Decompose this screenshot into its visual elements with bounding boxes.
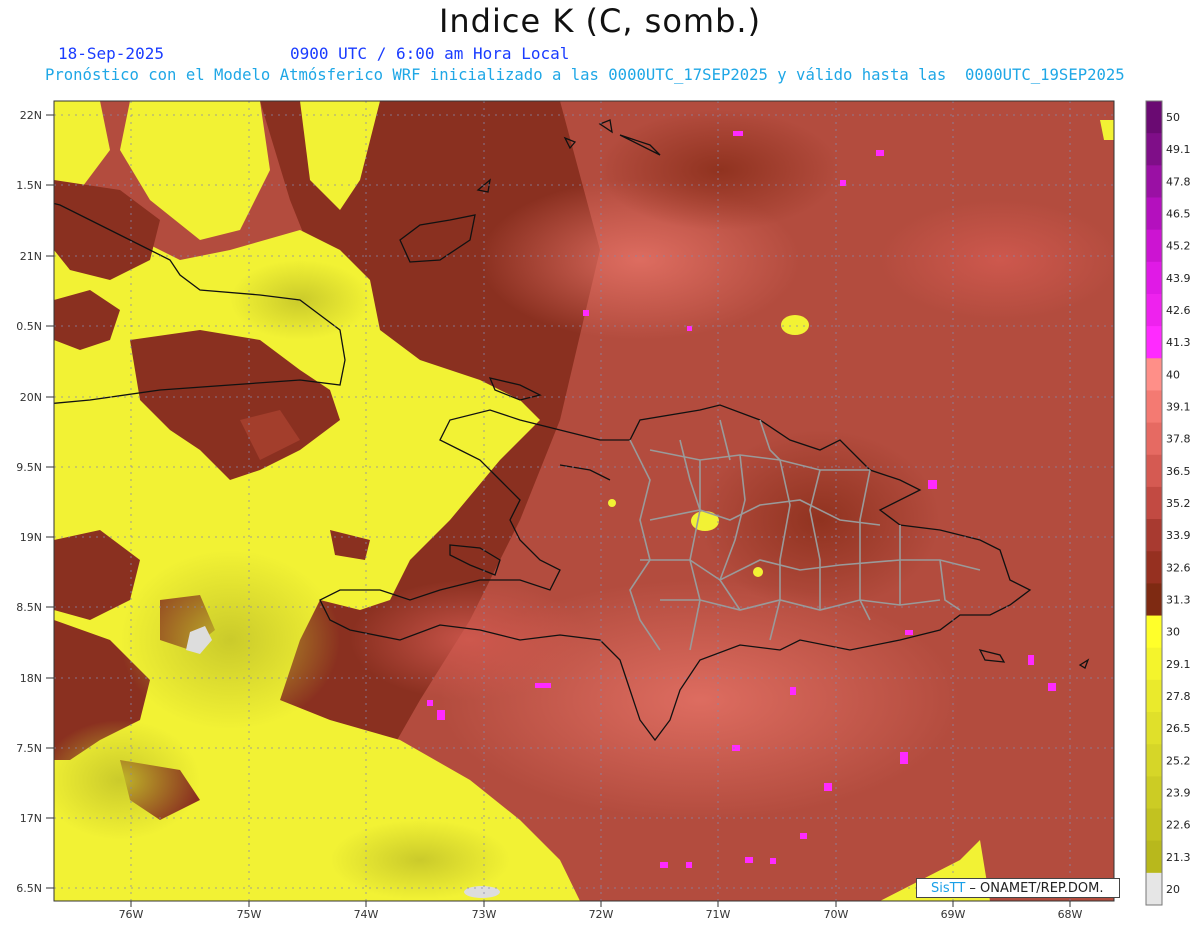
legend-swatch <box>1146 133 1162 166</box>
legend-label: 37.8 <box>1166 433 1191 446</box>
legend-swatch <box>1146 808 1162 842</box>
legend-label: 35.2 <box>1166 497 1191 510</box>
sistt-logo-text: SisTT <box>931 881 966 896</box>
legend-label: 21.3 <box>1166 851 1191 864</box>
legend-swatch <box>1146 358 1162 391</box>
legend-label: 26.5 <box>1166 722 1191 735</box>
legend-label: 43.9 <box>1166 272 1191 285</box>
lon-label: 68W <box>1058 908 1083 921</box>
legend-label: 42.6 <box>1166 304 1191 317</box>
lat-label: 0.5N <box>16 320 42 333</box>
lon-label: 70W <box>824 908 849 921</box>
legend-swatch <box>1146 744 1162 777</box>
legend-label: 45.2 <box>1166 240 1191 253</box>
legend-swatch <box>1146 422 1162 456</box>
credit-org: – ONAMET/REP.DOM. <box>965 881 1104 896</box>
color-legend: 50 49.1 47.8 46.5 45.2 43.9 42.6 41.3 40 39.1 37.8… <box>1145 100 1191 906</box>
legend-swatch <box>1146 583 1162 617</box>
legend-swatch <box>1146 326 1162 359</box>
legend-label: 41.3 <box>1166 336 1191 349</box>
legend-label: 30 <box>1166 626 1180 639</box>
map-title: Indice K (C, somb.) <box>438 2 762 40</box>
legend-label: 39.1 <box>1166 401 1191 414</box>
legend-label: 20 <box>1166 883 1180 896</box>
legend-label: 50 <box>1166 111 1180 124</box>
valid-time: 0900 UTC / 6:00 am Hora Local <box>290 44 570 63</box>
legend-label: 47.8 <box>1166 175 1191 188</box>
lat-label: 7.5N <box>16 742 42 755</box>
lon-label: 71W <box>706 908 731 921</box>
lon-label: 74W <box>354 908 379 921</box>
legend-label: 25.2 <box>1166 754 1191 767</box>
lon-label: 75W <box>237 908 262 921</box>
lon-label: 73W <box>472 908 497 921</box>
legend-swatch <box>1146 872 1162 906</box>
legend-label: 23.9 <box>1166 786 1191 799</box>
lat-label: 21N <box>20 250 42 263</box>
legend-swatch <box>1146 615 1162 649</box>
credit-box: SisTT – ONAMET/REP.DOM. <box>916 878 1120 898</box>
legend-swatch <box>1146 647 1162 681</box>
lat-label: 19N <box>20 531 42 544</box>
lat-label: 1.5N <box>16 179 42 192</box>
legend-swatch <box>1146 229 1162 263</box>
legend-label: 46.5 <box>1166 208 1191 221</box>
legend-label: 36.5 <box>1166 465 1191 478</box>
legend-swatch <box>1146 519 1162 552</box>
legend-swatch <box>1146 840 1162 874</box>
valid-date: 18-Sep-2025 <box>58 44 164 63</box>
legend-swatch <box>1146 454 1162 488</box>
forecast-info: Pronóstico con el Modelo Atmósferico WRF… <box>45 66 1125 84</box>
lon-axis: 76W 75W 74W 73W 72W 71W 70W 69W 68W <box>119 908 1083 921</box>
legend-label: 40 <box>1166 368 1180 381</box>
legend-swatch <box>1146 197 1162 231</box>
legend-swatch <box>1146 679 1162 713</box>
lon-label: 69W <box>941 908 966 921</box>
k-index-field <box>54 101 1114 901</box>
legend-swatch <box>1146 776 1162 810</box>
legend-swatch <box>1146 101 1162 134</box>
legend-label: 22.6 <box>1166 819 1191 832</box>
lat-label: 6.5N <box>16 882 42 895</box>
legend-swatch <box>1146 390 1162 424</box>
lat-label: 8.5N <box>16 601 42 614</box>
lat-label: 17N <box>20 812 42 825</box>
lat-ticks <box>46 114 54 889</box>
legend-swatch <box>1146 261 1162 295</box>
legend-swatch <box>1146 551 1162 584</box>
legend-label: 32.6 <box>1166 561 1191 574</box>
map-figure: 22N 1.5N 21N 0.5N 20N 9.5N 19N 8.5N 18N … <box>16 100 1191 921</box>
legend-swatch <box>1146 486 1162 520</box>
legend-swatch <box>1146 165 1162 198</box>
legend-label: 29.1 <box>1166 658 1191 671</box>
lat-label: 9.5N <box>16 461 42 474</box>
legend-label: 27.8 <box>1166 690 1191 703</box>
lat-label: 18N <box>20 672 42 685</box>
lat-label: 20N <box>20 391 42 404</box>
lon-label: 76W <box>119 908 144 921</box>
lat-axis: 22N 1.5N 21N 0.5N 20N 9.5N 19N 8.5N 18N … <box>16 109 42 895</box>
lat-label: 22N <box>20 109 42 122</box>
lon-ticks <box>130 901 1071 907</box>
legend-label: 49.1 <box>1166 143 1191 156</box>
lon-label: 72W <box>589 908 614 921</box>
legend-label: 31.3 <box>1166 593 1191 606</box>
legend-label: 33.9 <box>1166 529 1191 542</box>
legend-swatch <box>1146 712 1162 745</box>
legend-swatch <box>1146 293 1162 327</box>
